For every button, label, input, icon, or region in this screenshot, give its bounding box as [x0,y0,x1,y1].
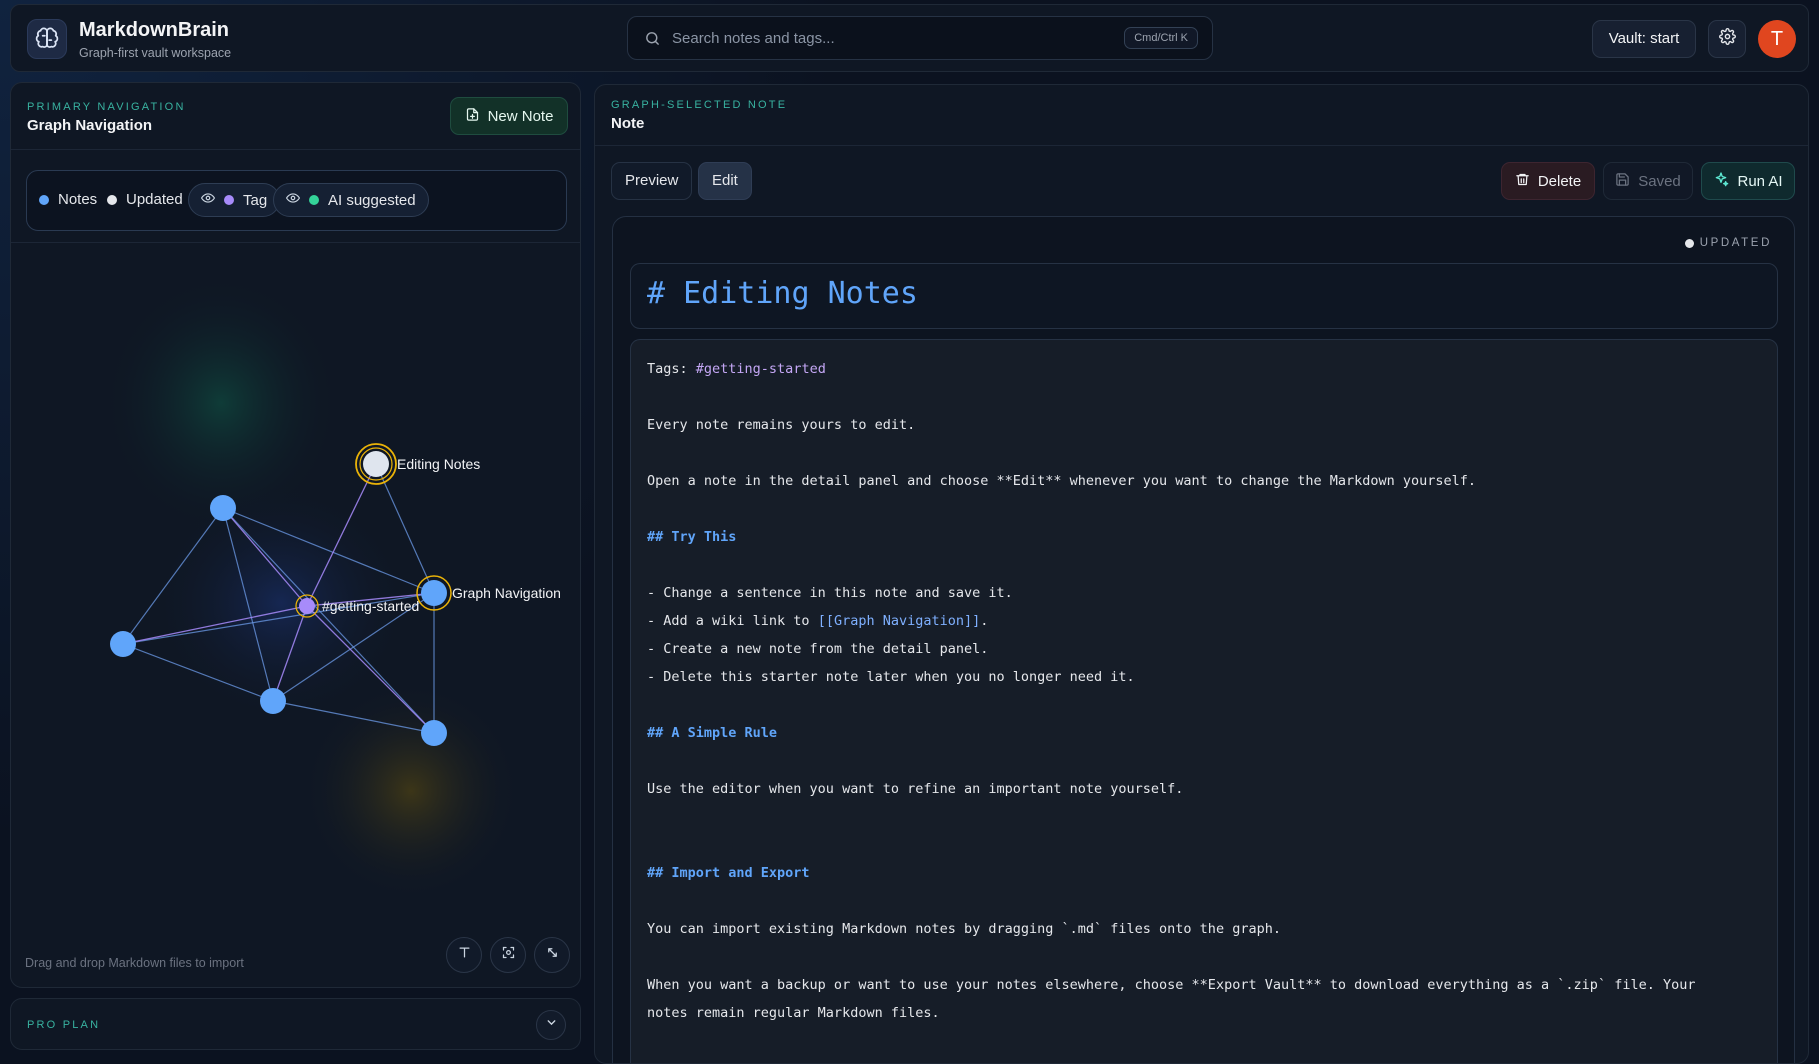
legend-notes: Notes [39,191,97,208]
panel-title: Note [611,115,645,132]
md-line: Open a note in the detail panel and choo… [647,473,1477,489]
editor-card: UPDATED # Editing Notes Tags: #getting-s… [612,216,1795,1063]
delete-button[interactable]: Delete [1501,162,1595,200]
legend-updated: Updated [107,191,183,208]
text-icon [457,945,472,965]
graph-node[interactable] [110,631,136,657]
expand-icon [545,945,560,965]
markdown-editor[interactable]: Tags: #getting-started Every note remain… [630,339,1778,1063]
search-icon [644,30,661,52]
md-text: . [980,613,989,629]
ai-dot-icon [309,195,319,205]
md-list-item: - Add a wiki link to [[Graph Navigation]… [647,613,988,629]
legend-tag-label: Tag [243,191,268,209]
graph-node-getting-started-tag[interactable] [295,594,319,618]
legend-ai-label: AI suggested [328,191,416,209]
note-detail-panel: GRAPH-SELECTED NOTE Note Preview Edit De… [594,84,1809,1064]
new-note-button[interactable]: New Note [450,97,568,135]
md-line: Every note remains yours to edit. [647,417,916,433]
new-note-label: New Note [487,107,554,125]
file-plus-icon [465,107,480,126]
graph-label-graph-navigation: Graph Navigation [452,585,561,601]
delete-label: Delete [1537,172,1582,190]
panel-eyebrow: PRIMARY NAVIGATION [27,101,186,113]
expand-graph-button[interactable] [534,937,570,973]
sparkles-icon [1713,171,1729,191]
vault-selector-button[interactable]: Vault: start [1592,20,1696,58]
chevron-down-icon [545,1016,558,1034]
md-line: You can import existing Markdown notes b… [647,921,1281,937]
md-tags-line: Tags: #getting-started [647,361,826,377]
md-wiki-link[interactable]: [[Graph Navigation]] [818,613,981,629]
graph-glow [301,681,521,901]
focus-icon [501,945,516,965]
graph-canvas[interactable]: Editing Notes #getting-started Graph Nav… [11,243,581,988]
md-line: Use the editor when you want to refine a… [647,781,1184,797]
md-list-item: - Change a sentence in this note and sav… [647,585,1013,601]
tag-dot-icon [224,195,234,205]
eye-icon [285,191,301,209]
md-tag: #getting-started [695,361,826,377]
md-text: - Add a wiki link to [647,613,818,629]
panel-eyebrow: GRAPH-SELECTED NOTE [611,99,788,111]
brain-logo-icon [27,19,67,59]
updated-dot-icon [107,194,117,205]
gear-icon [1718,28,1736,50]
legend-ai-suggested-toggle[interactable]: AI suggested [273,183,429,217]
user-avatar[interactable]: T [1758,20,1796,58]
note-title-text: # Editing Notes [647,276,918,311]
updated-dot-icon [1684,238,1694,248]
graph-node[interactable] [260,688,286,714]
graph-node[interactable] [421,720,447,746]
top-bar: MarkdownBrain Graph-first vault workspac… [10,4,1809,72]
tab-edit[interactable]: Edit [698,162,752,200]
md-list-item: - Delete this starter note later when yo… [647,669,1135,685]
notes-dot-icon [39,194,49,205]
graph-node[interactable] [210,495,236,521]
md-list-item: - Create a new note from the detail pane… [647,641,989,657]
md-line: notes remain regular Markdown files. [647,1005,940,1021]
status-badge-label: UPDATED [1699,237,1772,249]
legend-updated-label: Updated [126,191,183,208]
graph-node-editing-notes[interactable] [355,443,397,485]
saved-label: Saved [1638,172,1681,190]
saved-button[interactable]: Saved [1603,162,1693,200]
divider [595,145,1808,146]
md-heading: ## Try This [647,529,737,545]
app-name: MarkdownBrain [79,19,230,41]
graph-navigation-panel: PRIMARY NAVIGATION Graph Navigation New … [10,82,581,988]
panel-title: Graph Navigation [27,117,153,134]
eye-icon [200,191,216,209]
md-heading: ## A Simple Rule [647,725,778,741]
tab-preview[interactable]: Preview [611,162,693,200]
graph-label-editing-notes: Editing Notes [397,456,480,472]
divider [11,149,580,150]
legend-tag-toggle[interactable]: Tag [188,183,281,217]
graph-svg[interactable]: Editing Notes #getting-started Graph Nav… [11,243,581,988]
save-icon [1615,172,1630,191]
graph-legend: Notes Updated Tag AI suggested [26,170,567,231]
md-line: When you want a backup or want to use yo… [647,977,1696,993]
note-title-input[interactable]: # Editing Notes [630,263,1778,329]
status-badge: UPDATED [1684,237,1772,249]
search-bar[interactable]: Cmd/Ctrl K [627,16,1213,60]
toggle-labels-button[interactable] [446,937,482,973]
graph-label-getting-started: #getting-started [322,598,419,614]
pro-plan-expand-button[interactable] [536,1010,566,1040]
app-subtitle: Graph-first vault workspace [79,46,232,60]
import-hint: Drag and drop Markdown files to import [25,956,244,970]
fit-view-button[interactable] [490,937,526,973]
search-shortcut-hint: Cmd/Ctrl K [1124,27,1198,49]
md-tags-prefix: Tags: [647,361,696,377]
pro-plan-panel[interactable]: PRO PLAN [10,998,581,1050]
run-ai-button[interactable]: Run AI [1701,162,1795,200]
search-input[interactable] [672,25,1092,51]
run-ai-label: Run AI [1737,172,1783,190]
graph-node-graph-navigation[interactable] [416,575,452,611]
legend-notes-label: Notes [58,191,98,208]
trash-icon [1515,172,1530,191]
settings-button[interactable] [1708,20,1746,58]
md-heading: ## Import and Export [647,865,810,881]
pro-plan-label: PRO PLAN [27,1019,101,1031]
